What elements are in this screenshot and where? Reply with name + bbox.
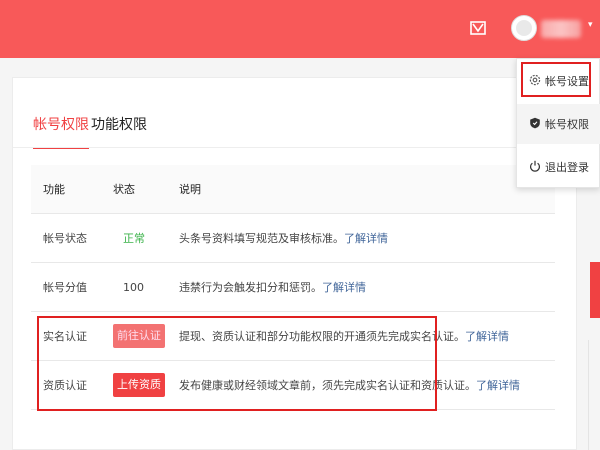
details-link[interactable]: 了解详情 <box>322 281 366 294</box>
score-value: 100 <box>123 280 144 294</box>
tab-divider <box>13 147 576 148</box>
tab-account-permissions[interactable]: 帐号权限 <box>33 114 89 149</box>
top-bar: ▾ <box>0 0 600 58</box>
avatar[interactable] <box>511 15 537 41</box>
menu-item-account-permissions[interactable]: 帐号权限 <box>517 104 600 144</box>
highlight-box-account-settings <box>521 62 591 97</box>
row-description: 头条号资料填写规范及审核标准。 <box>179 232 344 245</box>
highlight-box-verification-rows <box>37 316 437 411</box>
menu-item-label: 退出登录 <box>545 161 589 174</box>
table-header-row: 功能 状态 说明 <box>31 165 555 214</box>
shield-icon <box>530 117 540 129</box>
status-text: 正常 <box>123 232 145 245</box>
side-banner[interactable] <box>590 262 600 318</box>
table-row: 帐号分值 100 违禁行为会触发扣分和惩罚。了解详情 <box>31 262 555 312</box>
column-header: 功能 <box>31 165 113 214</box>
details-link[interactable]: 了解详情 <box>476 379 520 392</box>
table-row: 帐号状态 正常 头条号资料填写规范及审核标准。了解详情 <box>31 213 555 263</box>
column-header: 状态 <box>113 165 179 214</box>
row-name: 帐号分值 <box>31 262 113 312</box>
username-blurred[interactable] <box>541 20 581 38</box>
column-header: 说明 <box>179 165 555 214</box>
row-description: 违禁行为会触发扣分和惩罚。 <box>179 281 322 294</box>
side-divider <box>588 340 600 450</box>
message-icon[interactable] <box>470 20 486 36</box>
menu-item-logout[interactable]: 退出登录 <box>517 147 600 187</box>
details-link[interactable]: 了解详情 <box>344 232 388 245</box>
row-name: 帐号状态 <box>31 213 113 263</box>
power-icon <box>530 160 540 172</box>
details-link[interactable]: 了解详情 <box>465 330 509 343</box>
menu-item-label: 帐号权限 <box>545 118 589 131</box>
tab-function-permissions[interactable]: 功能权限 <box>91 114 147 134</box>
caret-down-icon[interactable]: ▾ <box>588 20 593 30</box>
